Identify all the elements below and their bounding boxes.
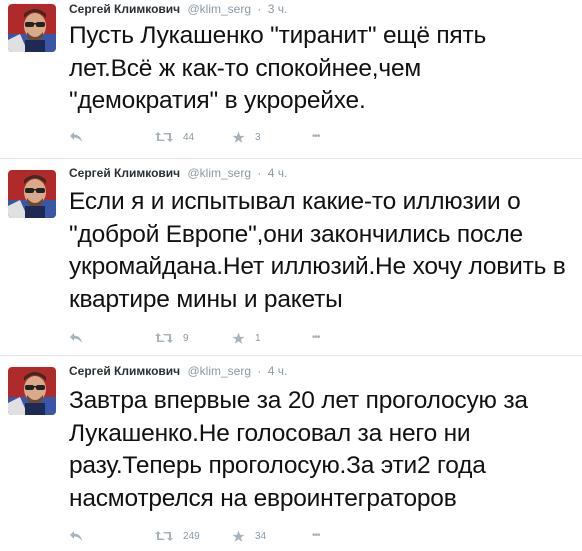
more-button[interactable]: ••• [312,332,320,343]
more-icon: ••• [312,131,320,142]
more-button[interactable]: ••• [312,530,320,541]
author-name[interactable]: Сергей Климкович [69,2,180,16]
retweet-button[interactable]: 9 [155,332,189,344]
avatar-image [8,4,56,52]
avatar[interactable] [8,170,56,218]
avatar-image [8,170,56,218]
retweet-icon [155,132,173,142]
avatar[interactable] [8,4,56,52]
retweet-count: 44 [183,131,195,143]
favorite-count: 1 [255,333,261,344]
author-name[interactable]: Сергей Климкович [69,166,180,180]
reply-icon [70,132,82,142]
reply-button[interactable] [69,332,83,344]
tweet-header: Сергей Климкович @klim_serg · 4 ч. [69,166,287,180]
separator: · [257,2,262,16]
separator: · [257,166,262,180]
author-handle[interactable]: @klim_serg [188,2,252,16]
favorite-button[interactable]: 34 [232,530,266,543]
author-name[interactable]: Сергей Климкович [69,364,180,378]
retweet-count: 249 [183,530,200,542]
tweet-header: Сергей Климкович @klim_serg · 3 ч. [69,2,287,16]
star-icon [232,131,245,143]
favorite-count: 3 [255,132,261,143]
favorite-button[interactable]: 3 [232,131,261,144]
tweet-text: Если я и испытывал какие-то иллюзии о "д… [69,188,566,313]
author-handle[interactable]: @klim_serg [188,364,252,378]
reply-icon [70,333,82,343]
retweet-icon [155,531,173,541]
more-icon: ••• [312,332,320,343]
more-button[interactable]: ••• [312,131,320,142]
avatar[interactable] [8,367,56,415]
tweet-text: Завтра впервые за 20 лет проголосую за Л… [69,387,528,512]
star-icon [232,530,245,542]
favorite-button[interactable]: 1 [232,332,261,345]
avatar-image [8,367,56,415]
author-handle[interactable]: @klim_serg [188,166,252,180]
star-icon [232,332,245,344]
tweet-1[interactable]: Сергей Климкович @klim_serg · 3 ч. Пусть… [0,0,582,158]
retweet-count: 9 [183,332,189,344]
timestamp[interactable]: 4 ч. [268,364,288,378]
retweet-button[interactable]: 44 [155,131,194,143]
more-icon: ••• [312,530,320,541]
reply-icon [70,531,82,541]
favorite-count: 34 [255,531,267,542]
tweet-2[interactable]: Сергей Климкович @klim_serg · 4 ч. Если … [0,159,582,355]
tweet-header: Сергей Климкович @klim_serg · 4 ч. [69,364,287,378]
timestamp[interactable]: 3 ч. [268,2,288,16]
separator: · [257,364,262,378]
retweet-icon [155,333,173,343]
tweet-text: Пусть Лукашенко "тиранит" ещё пять лет.В… [69,22,487,114]
reply-button[interactable] [69,530,83,542]
retweet-button[interactable]: 249 [155,530,200,542]
tweet-3[interactable]: Сергей Климкович @klim_serg · 4 ч. Завтр… [0,356,582,551]
reply-button[interactable] [69,131,83,143]
timestamp[interactable]: 4 ч. [268,166,288,180]
